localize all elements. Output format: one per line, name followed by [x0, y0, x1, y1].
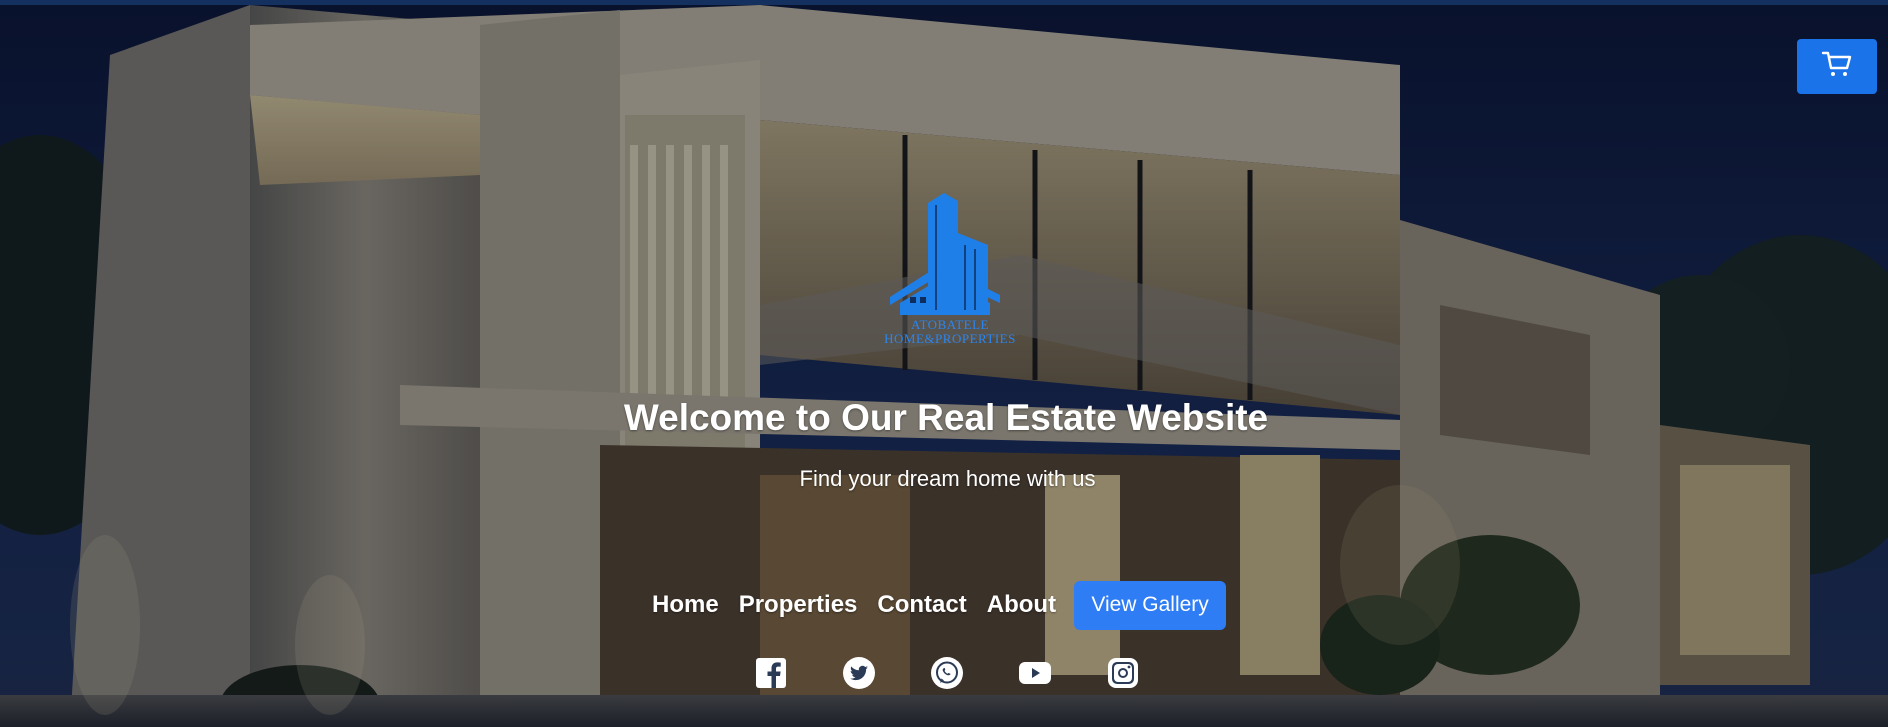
logo-line-2: HOME&PROPERTIES [884, 331, 1016, 346]
youtube-icon[interactable] [1017, 655, 1053, 691]
page-title: Welcome to Our Real Estate Website [623, 397, 1269, 438]
top-strip [0, 0, 1888, 5]
view-gallery-button[interactable]: View Gallery [1074, 580, 1227, 630]
cart-button[interactable] [1797, 39, 1877, 94]
nav-properties[interactable]: Properties [739, 591, 858, 619]
logo-text: ATOBATELE HOME&PROPERTIES [860, 318, 1040, 346]
cart-icon [1821, 50, 1853, 83]
instagram-icon[interactable] [1105, 655, 1141, 691]
facebook-icon[interactable] [753, 655, 789, 691]
whatsapp-icon[interactable] [929, 655, 965, 691]
nav-contact[interactable]: Contact [877, 591, 966, 619]
twitter-icon[interactable] [841, 655, 877, 691]
logo-line-1: ATOBATELE [911, 317, 989, 332]
page-tagline: Find your dream home with us [799, 466, 1096, 491]
nav-about[interactable]: About [987, 591, 1056, 619]
main-nav: Home Properties Contact About View Galle… [652, 578, 1227, 632]
social-links [753, 655, 1193, 691]
nav-home[interactable]: Home [652, 591, 719, 619]
